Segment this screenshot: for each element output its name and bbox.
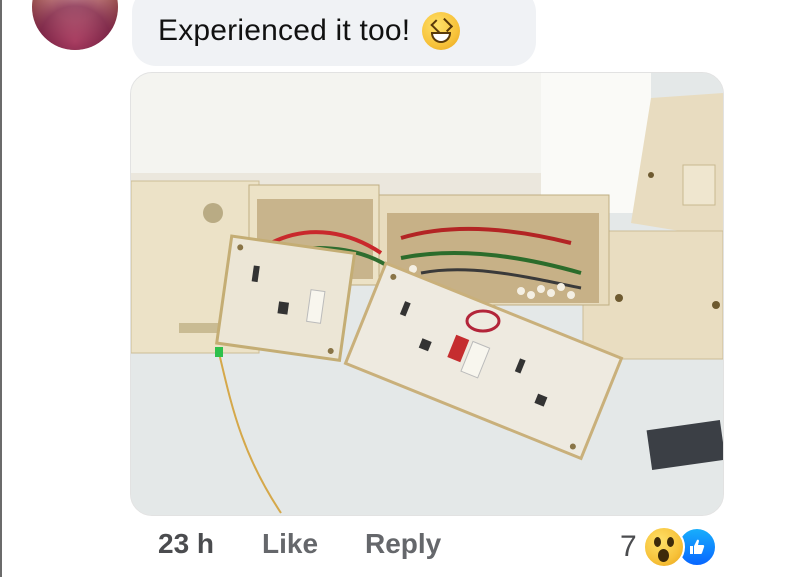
photo-image — [131, 73, 723, 515]
comment-actions: 23 h Like Reply 7 — [0, 526, 800, 568]
comment-text-row: Experienced it too! — [158, 12, 461, 50]
thumbs-up-icon — [689, 539, 704, 554]
like-button[interactable]: Like — [262, 528, 318, 560]
comment-text: Experienced it too! — [158, 14, 411, 47]
left-divider — [0, 0, 2, 577]
laughing-emoji-icon — [422, 12, 461, 50]
comment-view: Experienced it too! 23 h Like Reply 7 — [0, 0, 800, 577]
reaction-count: 7 — [620, 530, 637, 563]
reaction-summary[interactable]: 7 — [620, 526, 717, 568]
avatar[interactable] — [32, 0, 118, 50]
reply-button[interactable]: Reply — [365, 528, 441, 560]
avatar-image — [32, 0, 118, 50]
photo-attachment[interactable] — [130, 72, 724, 516]
timestamp[interactable]: 23 h — [158, 528, 214, 560]
wow-reaction-icon — [642, 526, 685, 568]
